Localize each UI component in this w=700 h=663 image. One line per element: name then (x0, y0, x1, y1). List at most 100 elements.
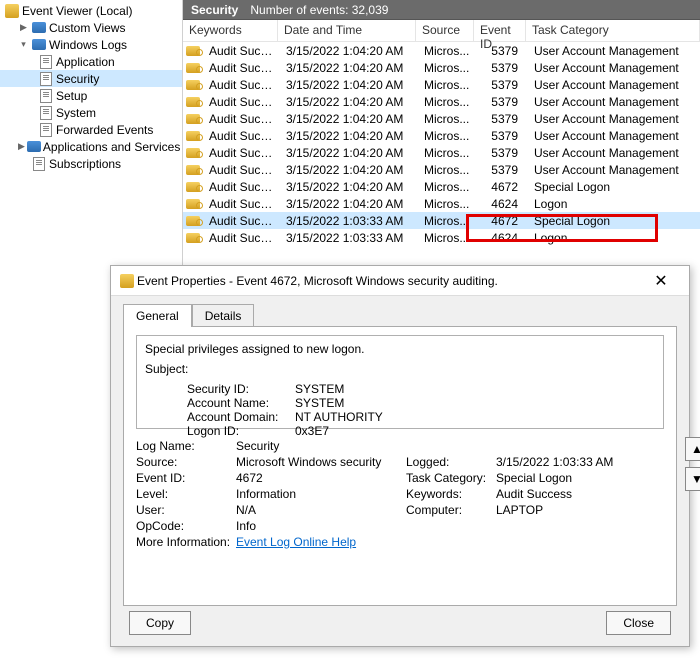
key-icon (185, 114, 201, 124)
tree-apps-services[interactable]: ▶Applications and Services Lo (0, 138, 182, 155)
cell-eventid: 5379 (476, 112, 528, 126)
tab-general[interactable]: General (123, 304, 192, 327)
table-row[interactable]: Audit Succe...3/15/2022 1:03:33 AMMicros… (183, 212, 700, 229)
cell-datetime: 3/15/2022 1:04:20 AM (280, 180, 418, 194)
eventid-value: 4672 (236, 471, 406, 485)
expand-icon[interactable]: ▶ (18, 141, 25, 152)
cell-taskcat: User Account Management (528, 78, 700, 92)
tree-windows-logs[interactable]: ▾ Windows Logs (0, 36, 182, 53)
dialog-titlebar[interactable]: Event Properties - Event 4672, Microsoft… (111, 266, 689, 296)
tree-forwarded[interactable]: Forwarded Events (0, 121, 182, 138)
tree-root[interactable]: Event Viewer (Local) (0, 2, 182, 19)
level-value: Information (236, 487, 406, 501)
table-row[interactable]: Audit Succe...3/15/2022 1:03:33 AMMicros… (183, 229, 700, 246)
cell-keywords: Audit Succe... (203, 214, 280, 228)
table-row[interactable]: Audit Succe...3/15/2022 1:04:20 AMMicros… (183, 59, 700, 76)
table-row[interactable]: Audit Succe...3/15/2022 1:04:20 AMMicros… (183, 93, 700, 110)
cell-source: Micros... (418, 214, 476, 228)
cell-taskcat: Logon (528, 231, 700, 245)
col-source[interactable]: Source (416, 20, 474, 41)
cell-keywords: Audit Succe... (203, 95, 280, 109)
tree-label: Subscriptions (49, 157, 121, 171)
tree-application[interactable]: Application (0, 53, 182, 70)
table-row[interactable]: Audit Succe...3/15/2022 1:04:20 AMMicros… (183, 127, 700, 144)
table-row[interactable]: Audit Succe...3/15/2022 1:04:20 AMMicros… (183, 76, 700, 93)
cell-source: Micros... (418, 112, 476, 126)
logname-value: Security (236, 439, 406, 453)
folder-icon (31, 37, 47, 53)
expand-icon[interactable]: ▶ (18, 22, 29, 33)
key-icon (185, 148, 201, 158)
desc-line: Special privileges assigned to new logon… (145, 342, 655, 356)
col-eventid[interactable]: Event ID (474, 20, 526, 41)
logon-id-label: Logon ID: (187, 424, 295, 438)
cell-datetime: 3/15/2022 1:04:20 AM (280, 146, 418, 160)
cell-source: Micros... (418, 180, 476, 194)
close-icon[interactable]: ✕ (641, 267, 681, 295)
tree-label: Windows Logs (49, 38, 127, 52)
user-label: User: (136, 503, 236, 517)
log-icon (38, 105, 54, 121)
close-button[interactable]: Close (606, 611, 671, 635)
log-icon (38, 54, 54, 70)
keywords-value: Audit Success (496, 487, 572, 501)
cell-eventid: 4624 (476, 197, 528, 211)
key-icon (185, 199, 201, 209)
cell-eventid: 5379 (476, 163, 528, 177)
key-icon (185, 165, 201, 175)
cell-eventid: 5379 (476, 44, 528, 58)
logged-label: Logged: (406, 455, 496, 469)
tree-subscriptions[interactable]: Subscriptions (0, 155, 182, 172)
collapse-icon[interactable]: ▾ (18, 39, 29, 50)
key-icon (185, 46, 201, 56)
tree-custom-views[interactable]: ▶Custom Views (0, 19, 182, 36)
cell-keywords: Audit Succe... (203, 44, 280, 58)
logon-id-value: 0x3E7 (295, 424, 329, 438)
col-keywords[interactable]: Keywords (183, 20, 278, 41)
table-row[interactable]: Audit Succe...3/15/2022 1:04:20 AMMicros… (183, 144, 700, 161)
table-row[interactable]: Audit Succe...3/15/2022 1:04:20 AMMicros… (183, 110, 700, 127)
key-icon (185, 131, 201, 141)
cell-taskcat: Logon (528, 197, 700, 211)
tab-details[interactable]: Details (192, 304, 255, 327)
moreinfo-link[interactable]: Event Log Online Help (236, 535, 356, 549)
keywords-label: Keywords: (406, 487, 496, 501)
cell-source: Micros... (418, 129, 476, 143)
key-icon (185, 233, 201, 243)
table-row[interactable]: Audit Succe...3/15/2022 1:04:20 AMMicros… (183, 42, 700, 59)
tree-setup[interactable]: Setup (0, 87, 182, 104)
tree-system[interactable]: System (0, 104, 182, 121)
cell-datetime: 3/15/2022 1:04:20 AM (280, 197, 418, 211)
table-row[interactable]: Audit Succe...3/15/2022 1:04:20 AMMicros… (183, 178, 700, 195)
cell-taskcat: User Account Management (528, 112, 700, 126)
tree-label: Application (56, 55, 115, 69)
cell-eventid: 4672 (476, 180, 528, 194)
taskcat-label: Task Category: (406, 471, 496, 485)
tree-root-label: Event Viewer (Local) (22, 4, 133, 18)
tree-label: Security (56, 72, 99, 86)
up-button[interactable]: ▲ (685, 437, 700, 461)
down-button[interactable]: ▼ (685, 467, 700, 491)
tree-label: Forwarded Events (56, 123, 153, 137)
table-row[interactable]: Audit Succe...3/15/2022 1:04:20 AMMicros… (183, 161, 700, 178)
col-datetime[interactable]: Date and Time (278, 20, 416, 41)
folder-icon (31, 20, 47, 36)
tree-security[interactable]: Security (0, 70, 182, 87)
cell-source: Micros... (418, 197, 476, 211)
tree-label: Setup (56, 89, 87, 103)
description-box: Special privileges assigned to new logon… (136, 335, 664, 429)
cell-taskcat: User Account Management (528, 44, 700, 58)
logname-label: Log Name: (136, 439, 236, 453)
cell-source: Micros... (418, 231, 476, 245)
account-name-value: SYSTEM (295, 396, 344, 410)
copy-button[interactable]: Copy (129, 611, 191, 635)
moreinfo-label: More Information: (136, 535, 236, 549)
table-row[interactable]: Audit Succe...3/15/2022 1:04:20 AMMicros… (183, 195, 700, 212)
cell-keywords: Audit Succe... (203, 112, 280, 126)
folder-icon (27, 139, 41, 155)
cell-taskcat: User Account Management (528, 95, 700, 109)
cell-source: Micros... (418, 61, 476, 75)
list-title: Security (191, 3, 238, 17)
col-taskcat[interactable]: Task Category (526, 20, 700, 41)
key-icon (185, 80, 201, 90)
